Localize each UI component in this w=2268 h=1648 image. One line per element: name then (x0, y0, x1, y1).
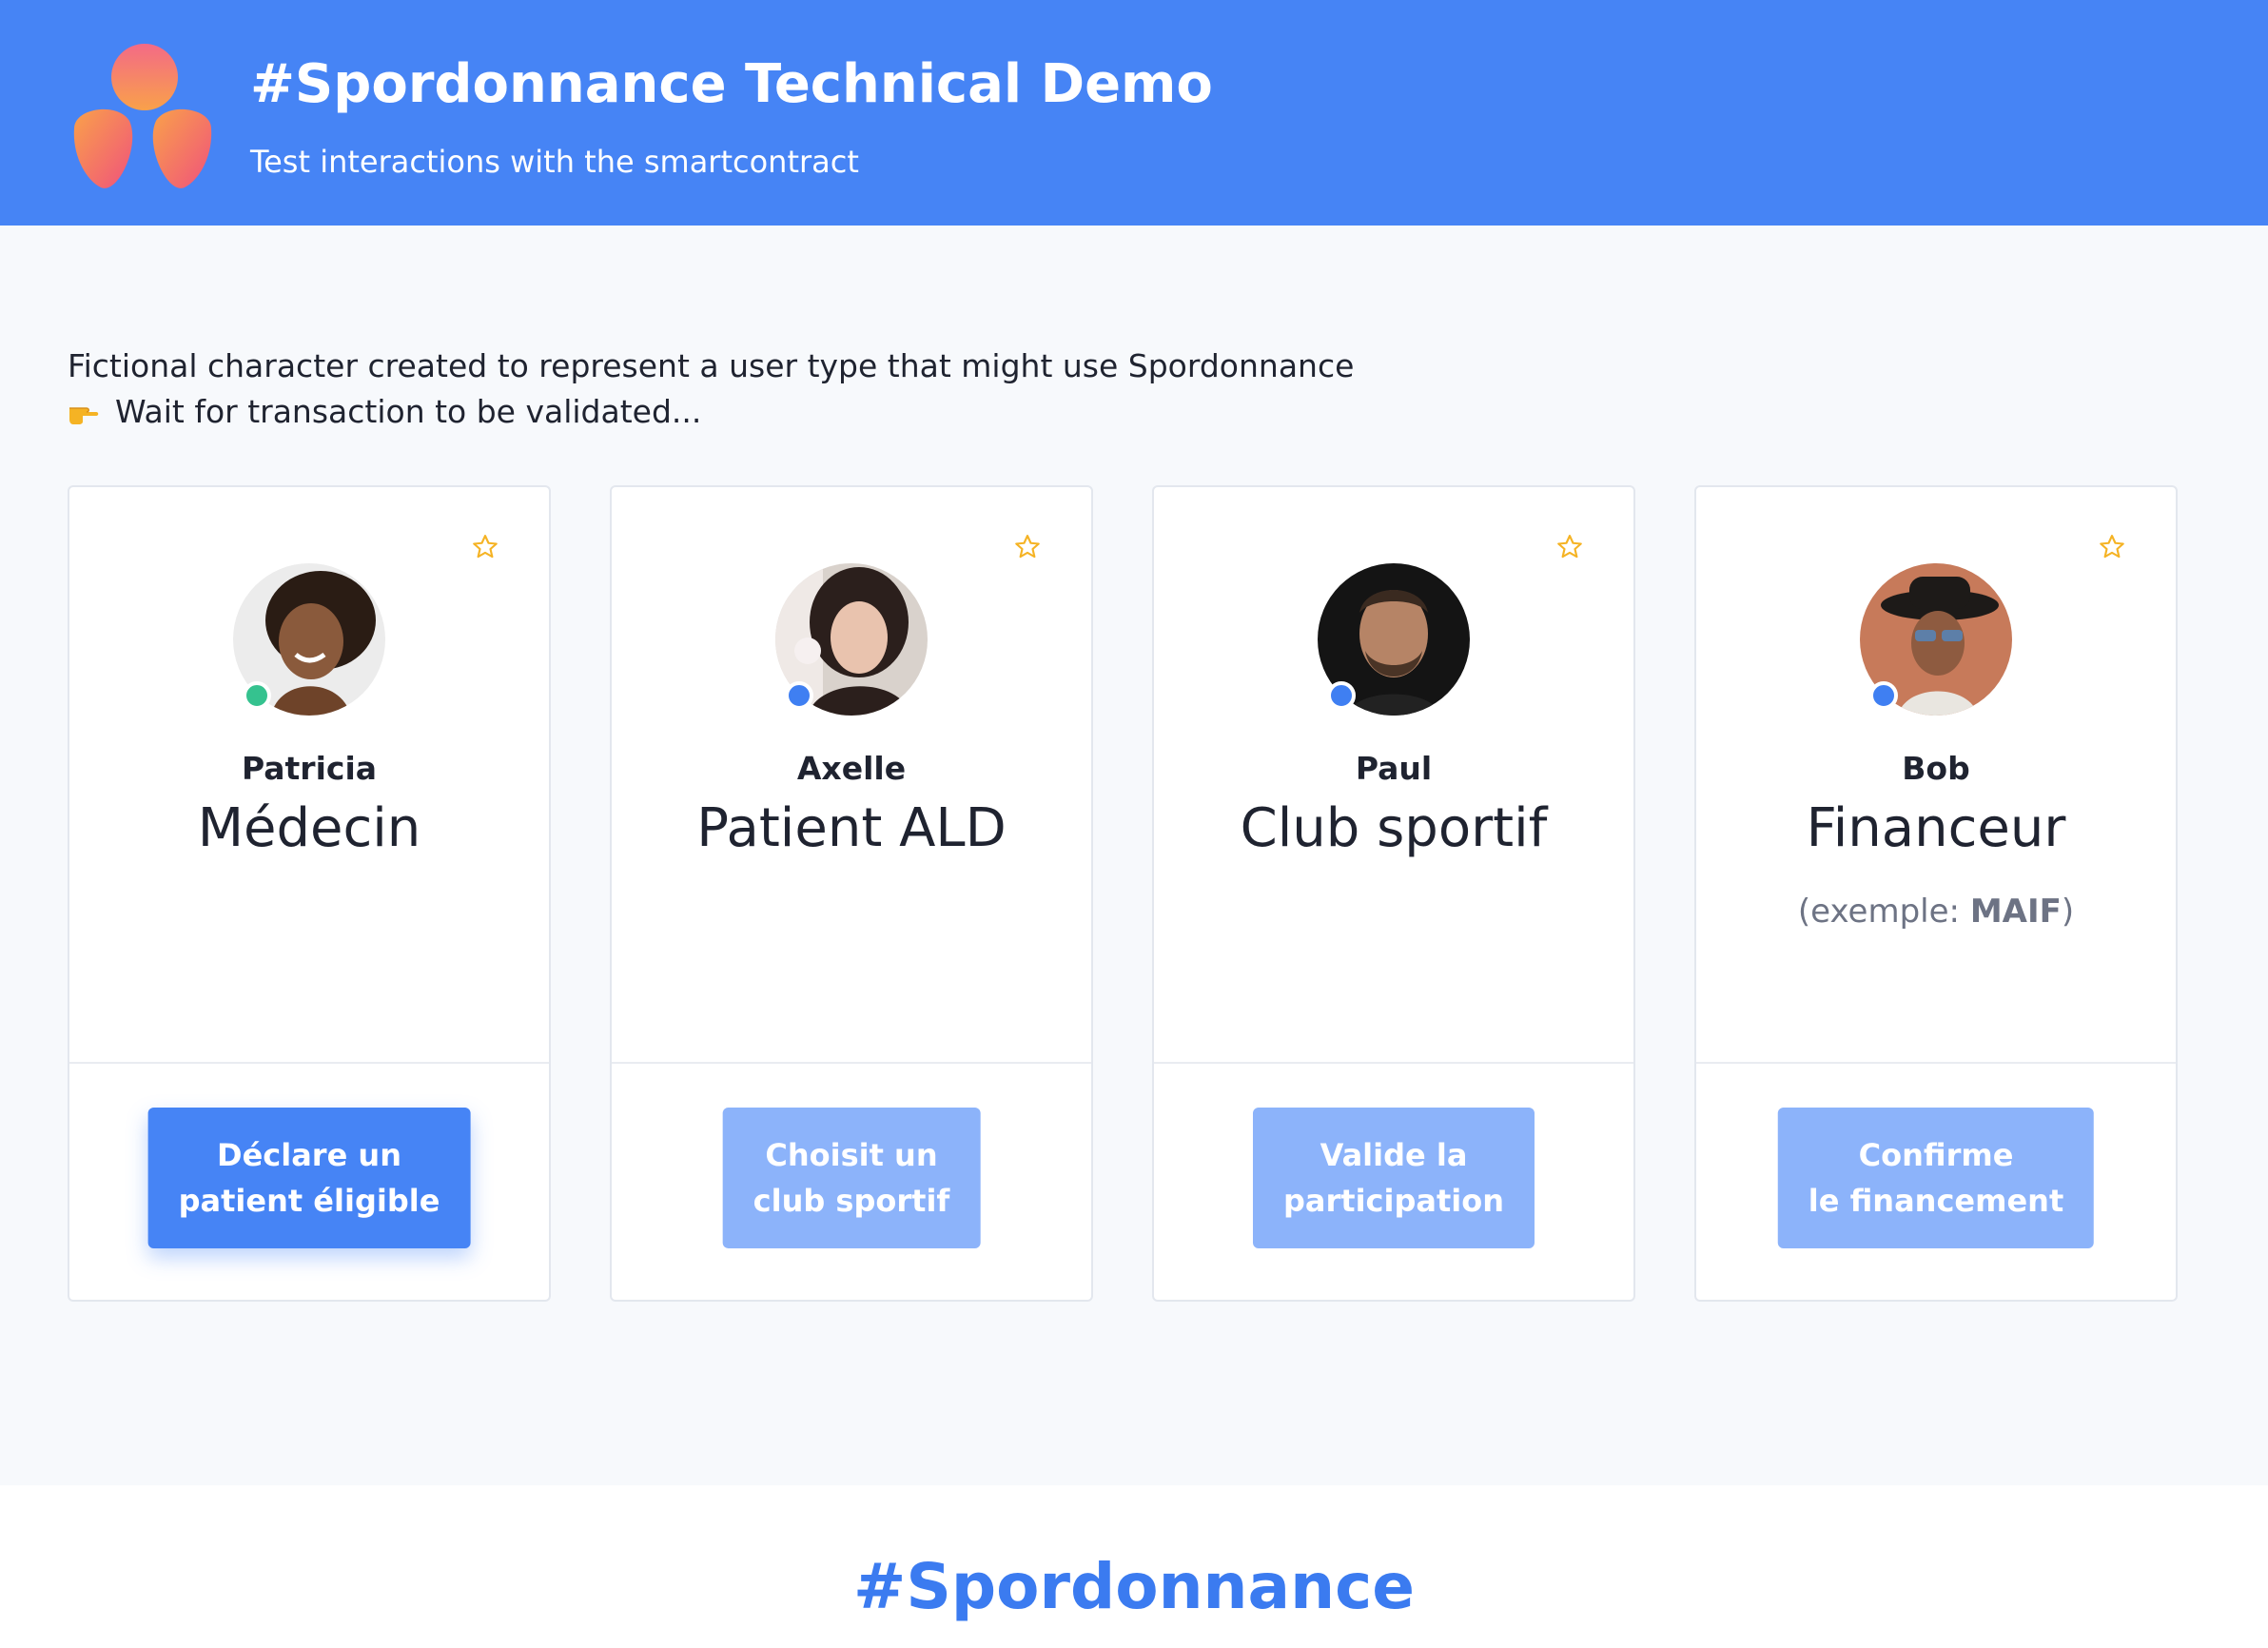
star-icon[interactable] (471, 533, 499, 561)
three-petal-logo-icon (73, 44, 212, 188)
page-title: #Spordonnance Technical Demo (250, 53, 1213, 115)
transaction-status: Wait for transaction to be validated... (68, 393, 701, 430)
role-card-club-sportif: Paul Club sportif Valide la participatio… (1152, 485, 1635, 1302)
person-name: Patricia (241, 750, 378, 787)
role-card-financeur: Bob Financeur (exemple: MAIF) Confirme l… (1694, 485, 2178, 1302)
button-label-line-1: Choisit un (765, 1137, 938, 1173)
confirm-financing-button[interactable]: Confirme le financement (1777, 1108, 2095, 1248)
star-icon[interactable] (1013, 533, 1042, 561)
button-label-line-2: participation (1282, 1183, 1505, 1219)
page-footer: #Spordonnance (0, 1485, 2268, 1648)
card-body: Axelle Patient ALD (612, 487, 1091, 1064)
person-role: Médecin (197, 797, 421, 859)
intro-description: Fictional character created to represent… (68, 347, 1355, 384)
transaction-status-text: Wait for transaction to be validated... (115, 393, 702, 430)
note-example-name: MAIF (1969, 893, 2062, 931)
button-label-line-2: le financement (1808, 1183, 2064, 1219)
avatar (1318, 563, 1470, 716)
declare-eligible-patient-button[interactable]: Déclare un patient éligible (147, 1108, 471, 1248)
button-label-line-1: Déclare un (217, 1137, 401, 1173)
status-indicator (1869, 681, 1898, 710)
card-body: Bob Financeur (exemple: MAIF) (1696, 487, 2176, 1064)
status-indicator (785, 681, 813, 710)
online-status-indicator (243, 681, 271, 710)
star-icon[interactable] (1555, 533, 1584, 561)
avatar (775, 563, 928, 716)
note-suffix: ) (2061, 893, 2075, 931)
card-body: Patricia Médecin (69, 487, 549, 1064)
avatar (1860, 563, 2012, 716)
button-label-line-1: Valide la (1320, 1137, 1468, 1173)
person-role: Patient ALD (696, 797, 1007, 859)
button-label-line-2: patient éligible (178, 1183, 440, 1219)
button-label-line-2: club sportif (753, 1183, 950, 1219)
validate-participation-button[interactable]: Valide la participation (1252, 1108, 1535, 1248)
role-card-medecin: Patricia Médecin Déclare un patient élig… (68, 485, 551, 1302)
avatar (233, 563, 385, 716)
person-role: Club sportif (1240, 797, 1548, 859)
person-role: Financeur (1806, 797, 2066, 859)
note-prefix: (exemple: (1797, 893, 1970, 931)
button-label-line-1: Confirme (1858, 1137, 2014, 1173)
role-card-patient-ald: Axelle Patient ALD Choisit un club sport… (610, 485, 1093, 1302)
person-name: Paul (1355, 750, 1433, 787)
footer-title: #Spordonnance (853, 1550, 1415, 1623)
page-subtitle: Test interactions with the smartcontract (250, 144, 859, 180)
person-name: Bob (1902, 750, 1970, 787)
pointing-hand-icon (69, 406, 99, 424)
person-example-note: (exemple: MAIF) (1696, 893, 2176, 931)
star-icon[interactable] (2098, 533, 2126, 561)
page-header: #Spordonnance Technical Demo Test intera… (0, 0, 2268, 226)
status-indicator (1327, 681, 1356, 710)
card-body: Paul Club sportif (1154, 487, 1633, 1064)
person-name: Axelle (796, 750, 907, 787)
choose-sports-club-button[interactable]: Choisit un club sportif (722, 1108, 981, 1248)
